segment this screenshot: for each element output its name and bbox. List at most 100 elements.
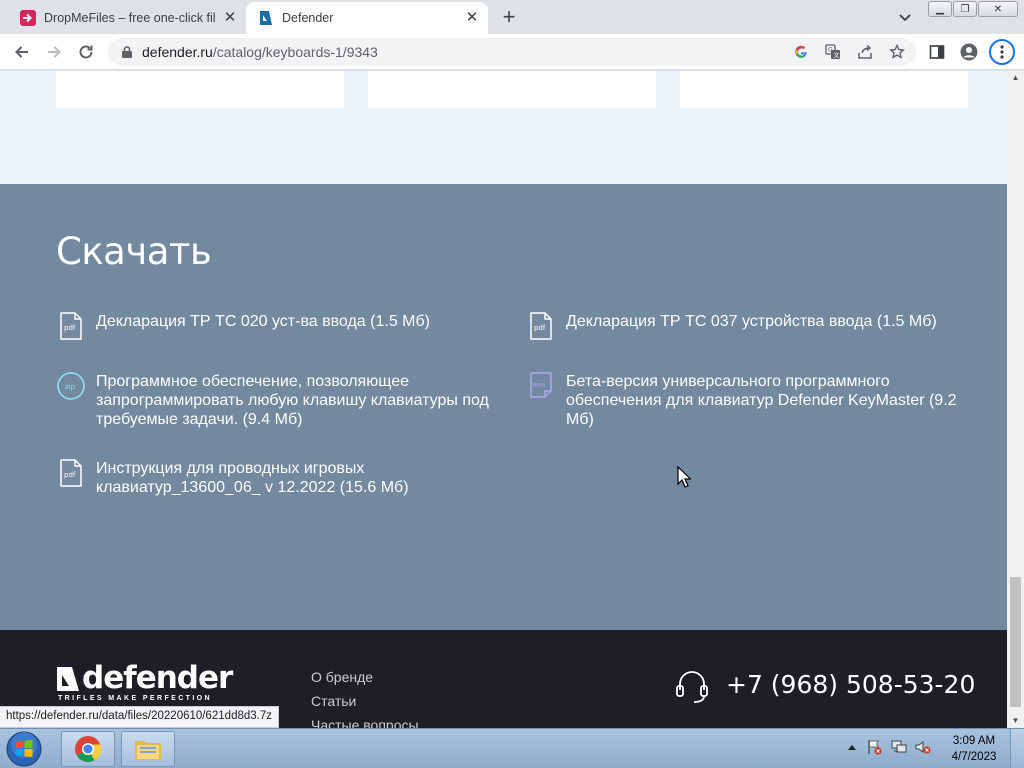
download-link-text: Программное обеспечение, позволяющее зап…	[96, 373, 489, 428]
star-icon	[889, 44, 905, 59]
arrow-right-icon	[48, 46, 61, 58]
mouse-cursor-icon	[677, 466, 691, 488]
dropmefiles-favicon-icon	[20, 10, 36, 26]
svg-text:exe: exe	[533, 381, 545, 389]
close-tab-icon[interactable]: ✕	[222, 10, 238, 26]
headset-icon	[676, 671, 708, 703]
svg-text:zip: zip	[65, 383, 76, 391]
chrome-menu-button[interactable]	[989, 39, 1015, 65]
chrome-icon	[75, 736, 102, 762]
pdf-file-icon: pdf	[60, 459, 82, 487]
logo-tagline: TRIFLES MAKE PERFECTION	[58, 695, 212, 702]
clock-time: 3:09 AM	[952, 735, 996, 747]
bookmark-star-icon[interactable]	[888, 43, 906, 61]
svg-text:文: 文	[834, 52, 840, 60]
footer-link-about[interactable]: О бренде	[311, 669, 373, 685]
taskbar-explorer-button[interactable]	[121, 731, 175, 767]
svg-text:pdf: pdf	[64, 324, 76, 332]
product-card[interactable]	[680, 71, 968, 108]
download-item[interactable]: zip Программное обеспечение, позволяющее…	[56, 372, 496, 429]
svg-text:G: G	[828, 47, 833, 54]
windows-taskbar: 3:09 AM 4/7/2023	[0, 728, 1024, 768]
restore-button[interactable]: ❐	[953, 1, 977, 17]
download-link-text: Бета-версия универсального программного …	[566, 373, 957, 428]
show-desktop-button[interactable]	[1010, 729, 1024, 768]
person-icon	[960, 43, 978, 61]
download-item[interactable]: pdf Инструкция для проводных игровых кла…	[56, 459, 496, 497]
phone-number[interactable]: +7 (968) 508-53-20	[726, 670, 975, 699]
folder-icon	[135, 741, 161, 760]
footer-link-articles[interactable]: Статьи	[311, 693, 356, 709]
google-g-icon	[795, 45, 807, 58]
tab-search-chevron-icon[interactable]	[896, 9, 914, 27]
new-tab-button[interactable]: +	[498, 6, 520, 29]
pdf-file-icon: pdf	[60, 312, 82, 340]
download-link-text: Инструкция для проводных игровых клавиат…	[96, 460, 409, 496]
defender-logo[interactable]: defender TRIFLES MAKE PERFECTION	[56, 660, 233, 708]
taskbar-chrome-button[interactable]	[61, 731, 115, 767]
download-link-text: Декларация ТР ТС 020 уст-ва ввода (1.5 М…	[96, 313, 430, 330]
close-window-button[interactable]: ✕	[978, 1, 1018, 17]
side-panel-glyph-icon	[929, 45, 945, 59]
exe-file-icon: exe	[530, 372, 552, 398]
minimize-button[interactable]: ▁	[928, 1, 952, 17]
action-center-flag-icon[interactable]	[866, 739, 882, 755]
translate-icon[interactable]: 文G	[824, 43, 842, 61]
profile-avatar-icon[interactable]	[959, 42, 979, 62]
scroll-up-arrow-icon[interactable]: ▲	[1007, 71, 1024, 85]
section-title: Скачать	[56, 230, 212, 273]
kebab-menu-icon	[1000, 45, 1004, 59]
scroll-thumb[interactable]	[1010, 577, 1021, 707]
tab-strip: DropMeFiles – free one-click file ✕ Defe…	[0, 0, 1024, 34]
close-tab-icon[interactable]: ✕	[464, 10, 480, 26]
footer-link-faq[interactable]: Частые вопросы	[311, 717, 419, 728]
show-hidden-icons-arrow-icon[interactable]	[844, 739, 860, 755]
windows-start-button-icon[interactable]	[4, 730, 44, 768]
browser-toolbar: defender.ru/catalog/keyboards-1/9343 文G	[0, 34, 1024, 70]
reload-icon	[79, 45, 93, 59]
tab-dropmefiles[interactable]: DropMeFiles – free one-click file ✕	[0, 2, 246, 34]
speaker-muted-icon	[915, 741, 931, 754]
download-item[interactable]: pdf Декларация ТР ТС 020 уст-ва ввода (1…	[56, 312, 496, 341]
scroll-down-arrow-icon[interactable]: ▼	[1007, 714, 1024, 728]
caret-up-icon	[848, 745, 856, 750]
defender-logo-mark-icon	[57, 667, 79, 691]
pdf-file-icon: pdf	[530, 312, 552, 340]
forward-button[interactable]	[42, 40, 66, 64]
url-domain: defender.ru	[142, 44, 213, 60]
clock-date: 4/7/2023	[951, 751, 997, 763]
defender-favicon-icon	[260, 11, 272, 25]
tab-title: Defender	[282, 11, 334, 25]
page-viewport: Скачать pdf Декларация ТР ТС 020 уст-ва …	[0, 71, 1007, 728]
download-item[interactable]: pdf Декларация ТР ТС 037 устройства ввод…	[526, 312, 966, 341]
url-text[interactable]: defender.ru/catalog/keyboards-1/9343	[142, 44, 378, 60]
svg-text:pdf: pdf	[534, 324, 546, 332]
download-link-text: Декларация ТР ТС 037 устройства ввода (1…	[566, 313, 937, 330]
back-button[interactable]	[10, 40, 34, 64]
share-icon[interactable]	[856, 43, 874, 61]
network-monitor-icon	[891, 740, 907, 753]
share-glyph-icon	[858, 44, 872, 59]
lock-icon[interactable]	[120, 45, 134, 59]
tab-defender[interactable]: Defender ✕	[246, 2, 488, 34]
arrow-left-icon	[15, 46, 28, 58]
side-panel-icon[interactable]	[927, 42, 947, 62]
volume-muted-icon[interactable]	[915, 739, 931, 755]
download-section: Скачать pdf Декларация ТР ТС 020 уст-ва …	[0, 184, 1007, 630]
svg-text:pdf: pdf	[64, 471, 76, 479]
logo-wordmark: defender	[82, 660, 233, 696]
network-icon[interactable]	[891, 739, 907, 755]
reload-button[interactable]	[74, 40, 98, 64]
product-card[interactable]	[56, 71, 344, 108]
status-bar-url: https://defender.ru/data/files/20220610/…	[0, 706, 279, 728]
url-path: /catalog/keyboards-1/9343	[212, 44, 378, 60]
address-bar[interactable]: defender.ru/catalog/keyboards-1/9343 文G	[108, 38, 916, 66]
tab-title: DropMeFiles – free one-click file	[44, 11, 216, 25]
flag-warning-icon	[868, 740, 882, 755]
product-card[interactable]	[368, 71, 656, 108]
zip-archive-icon: zip	[57, 372, 85, 400]
google-lens-icon[interactable]	[792, 43, 810, 61]
system-clock[interactable]: 3:09 AM 4/7/2023	[944, 733, 1004, 765]
vertical-scrollbar[interactable]: ▲ ▼	[1007, 71, 1024, 728]
download-item[interactable]: exe Бета-версия универсального программн…	[526, 372, 966, 429]
